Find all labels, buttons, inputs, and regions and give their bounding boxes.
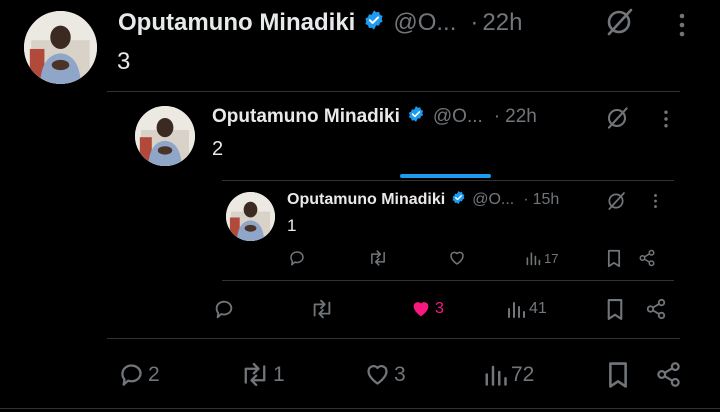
bookmark-icon[interactable] xyxy=(605,298,625,321)
verified-badge-icon xyxy=(407,105,425,129)
like-count: 3 xyxy=(394,362,406,386)
more-icon[interactable] xyxy=(663,109,669,129)
share-icon[interactable] xyxy=(655,361,682,388)
views-count: 17 xyxy=(544,250,559,266)
views-count: 41 xyxy=(529,300,547,317)
tweet-text: 3 xyxy=(117,48,131,75)
profile-photo xyxy=(135,106,195,166)
reply-button[interactable] xyxy=(213,298,238,320)
reply-button[interactable]: 2 xyxy=(118,361,160,388)
views-icon xyxy=(485,365,507,386)
author-handle[interactable]: @O... xyxy=(393,9,456,37)
like-count: 3 xyxy=(435,300,444,317)
separator-dot: · xyxy=(523,191,529,208)
divider xyxy=(0,408,720,409)
tweet-text: 2 xyxy=(212,138,224,160)
like-button[interactable]: 3 xyxy=(364,361,406,388)
timestamp[interactable]: 15h xyxy=(533,191,560,209)
grok-icon[interactable] xyxy=(604,7,634,37)
like-button[interactable] xyxy=(448,249,469,267)
timestamp[interactable]: 22h xyxy=(505,106,537,128)
reply-icon xyxy=(215,300,233,319)
divider xyxy=(222,280,674,281)
heart-icon xyxy=(450,251,464,265)
divider xyxy=(222,180,674,181)
author-name[interactable]: Oputamuno Minadiki xyxy=(212,106,400,128)
views-button[interactable]: 17 xyxy=(525,250,558,266)
share-icon[interactable] xyxy=(645,298,667,320)
thread-indicator xyxy=(400,174,491,178)
author-name[interactable]: Oputamuno Minadiki xyxy=(287,191,445,209)
reply-icon xyxy=(121,364,142,386)
bookmark-icon[interactable] xyxy=(606,361,630,389)
retweet-icon xyxy=(313,299,331,319)
avatar[interactable] xyxy=(135,106,195,166)
reply-icon xyxy=(290,251,304,266)
share-icon[interactable] xyxy=(638,249,656,267)
timestamp[interactable]: 22h xyxy=(482,9,522,37)
avatar[interactable] xyxy=(24,11,97,84)
retweet-count: 1 xyxy=(273,362,285,386)
author-handle[interactable]: @O... xyxy=(433,106,483,128)
author-name[interactable]: Oputamuno Minadiki xyxy=(118,9,355,37)
verified-badge-icon xyxy=(451,190,466,210)
grok-icon[interactable] xyxy=(606,191,626,211)
retweet-icon xyxy=(244,362,266,387)
separator-dot: · xyxy=(493,106,501,127)
reply-button[interactable] xyxy=(288,249,309,267)
retweet-button[interactable] xyxy=(368,249,391,267)
bookmark-icon[interactable] xyxy=(606,249,622,268)
divider xyxy=(107,338,680,339)
profile-photo xyxy=(226,192,275,241)
author-handle[interactable]: @O... xyxy=(472,191,514,209)
separator-dot: · xyxy=(470,9,479,36)
reply-count: 2 xyxy=(148,362,160,386)
heart-filled-icon xyxy=(413,302,429,317)
retweet-button[interactable] xyxy=(310,298,337,320)
divider xyxy=(107,91,680,92)
avatar[interactable] xyxy=(226,192,275,241)
views-button[interactable]: 72 xyxy=(483,362,534,387)
grok-icon[interactable] xyxy=(605,106,629,130)
retweet-button[interactable]: 1 xyxy=(240,361,285,388)
heart-icon xyxy=(367,365,388,385)
views-button[interactable]: 41 xyxy=(506,299,547,319)
like-button[interactable]: 3 xyxy=(410,298,444,320)
views-icon xyxy=(508,302,525,318)
views-count: 72 xyxy=(511,362,535,386)
retweet-icon xyxy=(371,250,385,266)
more-icon[interactable] xyxy=(653,193,658,209)
tweet-text: 1 xyxy=(287,216,297,235)
views-icon xyxy=(526,252,541,266)
verified-badge-icon xyxy=(363,9,385,38)
more-icon[interactable] xyxy=(678,12,686,38)
profile-photo xyxy=(24,11,97,84)
